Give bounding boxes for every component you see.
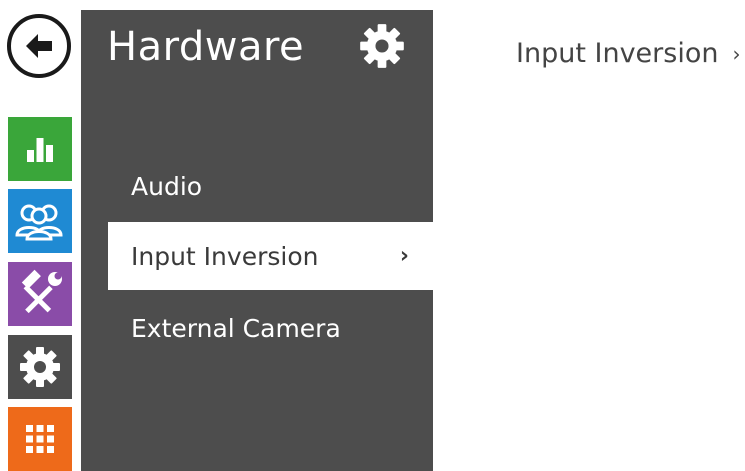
directory-menu-button[interactable] (8, 189, 72, 253)
hardware-menu-button[interactable] (8, 335, 72, 399)
hardware-menu-panel: Hardware Audio Input Inversion › Externa… (81, 10, 433, 471)
back-arrow-icon (26, 34, 52, 58)
system-grid-icon (26, 425, 54, 453)
icon-rail (0, 0, 80, 471)
gear-icon (360, 24, 404, 68)
menu-item-input-inversion[interactable]: Input Inversion › (108, 222, 433, 290)
status-chart-icon (27, 138, 53, 162)
chevron-right-icon: › (732, 41, 741, 66)
menu-item-label: External Camera (131, 313, 341, 343)
menu-item-label: Audio (131, 171, 203, 201)
breadcrumb: Input Inversion › (516, 38, 740, 69)
services-menu-button[interactable] (8, 262, 72, 326)
directory-users-icon (15, 204, 63, 241)
status-menu-button[interactable] (8, 117, 72, 181)
menu-title: Hardware (107, 24, 305, 70)
back-button[interactable] (7, 14, 71, 78)
hardware-gear-icon (20, 347, 60, 387)
menu-item-audio[interactable]: Audio (81, 152, 433, 220)
menu-item-external-camera[interactable]: External Camera (81, 294, 433, 362)
breadcrumb-label: Input Inversion (516, 38, 719, 69)
menu-item-label: Input Inversion (131, 241, 319, 271)
system-menu-button[interactable] (8, 407, 72, 471)
services-tools-icon (21, 269, 62, 314)
app-root: Hardware Audio Input Inversion › Externa… (0, 0, 745, 471)
chevron-right-icon: › (399, 243, 409, 269)
